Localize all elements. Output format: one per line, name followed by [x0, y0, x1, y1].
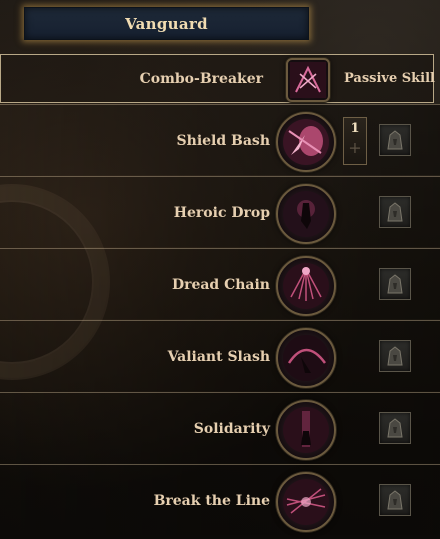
class-title-bar: Vanguard	[24, 7, 309, 40]
skill-rank-number: 1	[350, 121, 360, 136]
skill-name: Break the Line	[153, 493, 270, 509]
dread-chain-icon[interactable]	[276, 256, 336, 316]
skill-name: Dread Chain	[171, 277, 270, 293]
locked-slot-icon	[387, 130, 403, 150]
skill-slot-box[interactable]	[379, 268, 411, 300]
skill-rank-box[interactable]: 1 +	[343, 117, 367, 165]
locked-slot-icon	[387, 346, 403, 366]
locked-slot-icon	[387, 202, 403, 222]
skill-slot-box[interactable]	[379, 412, 411, 444]
class-title: Vanguard	[125, 14, 208, 33]
skill-row-heroic-drop[interactable]: Heroic Drop	[0, 176, 440, 247]
locked-slot-icon	[387, 274, 403, 294]
skill-row-break-the-line[interactable]: Break the Line	[0, 464, 440, 535]
combo-breaker-icon[interactable]	[286, 58, 330, 102]
locked-slot-icon	[387, 490, 403, 510]
passive-skill-row[interactable]: Combo-Breaker Passive Skill	[0, 54, 435, 103]
skill-slot-box[interactable]	[379, 484, 411, 516]
skill-name: Solidarity	[193, 421, 270, 437]
skill-row-solidarity[interactable]: Solidarity	[0, 392, 440, 463]
skill-tree-screen: Vanguard Combo-Breaker Passive Skill Shi…	[0, 0, 440, 539]
skill-name: Heroic Drop	[173, 205, 270, 221]
passive-skill-name: Combo-Breaker	[139, 71, 263, 87]
valiant-slash-icon[interactable]	[276, 328, 336, 388]
locked-slot-icon	[387, 418, 403, 438]
shield-bash-icon[interactable]	[276, 112, 336, 172]
skill-name: Shield Bash	[176, 133, 270, 149]
rank-up-plus-icon[interactable]: +	[344, 140, 366, 156]
skill-slot-box[interactable]	[379, 196, 411, 228]
skill-slot-box[interactable]	[379, 124, 411, 156]
skill-row-valiant-slash[interactable]: Valiant Slash	[0, 320, 440, 391]
skill-slot-box[interactable]	[379, 340, 411, 372]
break-the-line-icon[interactable]	[276, 472, 336, 532]
skill-name: Valiant Slash	[167, 349, 270, 365]
heroic-drop-icon[interactable]	[276, 184, 336, 244]
solidarity-icon[interactable]	[276, 400, 336, 460]
passive-skill-label: Passive Skill	[344, 71, 435, 86]
skill-row-dread-chain[interactable]: Dread Chain	[0, 248, 440, 319]
skill-row-shield-bash[interactable]: Shield Bash 1 +	[0, 104, 440, 175]
